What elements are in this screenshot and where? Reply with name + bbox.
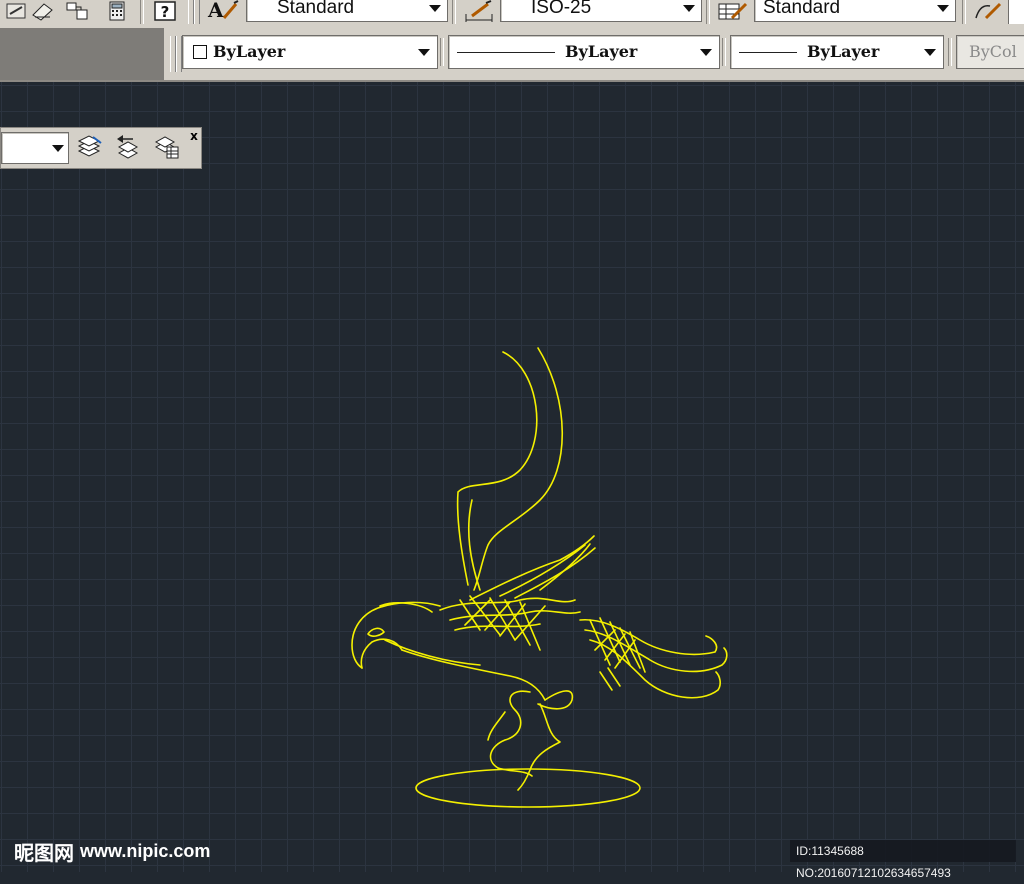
dim-style-value: ISO-25 xyxy=(531,0,592,18)
watermark-logo: 昵图网 www.nipic.com xyxy=(14,838,211,865)
layer-select[interactable] xyxy=(1,132,69,164)
table-style-icon[interactable] xyxy=(716,0,750,22)
toolbar-grip[interactable] xyxy=(194,0,200,24)
phoenix-drawing[interactable] xyxy=(330,330,750,820)
toolbar-separator xyxy=(140,0,144,24)
multileader-style-select[interactable] xyxy=(1008,0,1024,24)
layers-toolbar xyxy=(0,127,202,169)
color-control-select[interactable]: ByLayer xyxy=(182,35,438,69)
help-icon[interactable]: ? xyxy=(152,0,178,22)
text-style-icon[interactable]: A xyxy=(206,0,240,22)
toolbar-separator xyxy=(948,38,952,66)
dim-style-icon[interactable] xyxy=(462,0,496,22)
table-style-value: Standard xyxy=(763,0,841,18)
chevron-down-icon[interactable] xyxy=(935,0,951,21)
match-properties-icon[interactable] xyxy=(30,0,56,22)
toolbar-separator xyxy=(722,38,726,66)
plotstyle-control-select[interactable]: ByCol xyxy=(956,35,1024,69)
properties-icon[interactable] xyxy=(4,0,30,22)
close-icon[interactable]: x xyxy=(187,129,201,143)
table-style-select[interactable]: Standard xyxy=(754,0,956,22)
text-style-value: Standard xyxy=(277,0,355,18)
multileader-style-icon[interactable] xyxy=(972,0,1006,22)
toolbar-separator xyxy=(706,0,710,24)
lineweight-value: ByLayer xyxy=(807,42,880,61)
toolbar-separator xyxy=(962,0,966,24)
color-value: ByLayer xyxy=(213,42,286,61)
design-center-icon[interactable] xyxy=(64,0,90,22)
watermark-site-url: www.nipic.com xyxy=(80,840,211,861)
linetype-control-select[interactable]: ByLayer xyxy=(448,35,720,69)
svg-text:A: A xyxy=(207,0,224,22)
lineweight-preview xyxy=(739,52,797,53)
chevron-down-icon[interactable] xyxy=(417,36,431,68)
toolbar-separator xyxy=(452,0,456,24)
dim-style-select[interactable]: ISO-25 xyxy=(500,0,702,22)
watermark-image-id: ID:11345688 NO:20160712102634657493 xyxy=(790,840,1016,880)
chevron-down-icon[interactable] xyxy=(699,36,713,68)
linetype-preview xyxy=(457,52,555,53)
layer-manager-icon[interactable] xyxy=(75,133,103,161)
text-style-select[interactable]: Standard xyxy=(246,0,448,22)
standard-toolbar: ? A Standard ISO-25 Standard xyxy=(0,0,1024,29)
toolbar-dock-empty xyxy=(0,28,164,80)
plotstyle-value: ByCol xyxy=(969,42,1017,61)
chevron-down-icon[interactable] xyxy=(681,0,697,21)
layer-states-icon[interactable] xyxy=(153,133,181,161)
chevron-down-icon[interactable] xyxy=(50,133,66,163)
linetype-value: ByLayer xyxy=(565,42,638,61)
toolbar-separator xyxy=(440,38,444,66)
lineweight-control-select[interactable]: ByLayer xyxy=(730,35,944,69)
layer-previous-icon[interactable] xyxy=(113,133,141,161)
chevron-down-icon[interactable] xyxy=(923,36,937,68)
calculator-icon[interactable] xyxy=(104,0,130,22)
color-swatch xyxy=(193,45,207,59)
watermark-site-name: 昵图网 xyxy=(14,840,74,865)
svg-text:?: ? xyxy=(161,3,170,21)
chevron-down-icon[interactable] xyxy=(427,0,443,21)
